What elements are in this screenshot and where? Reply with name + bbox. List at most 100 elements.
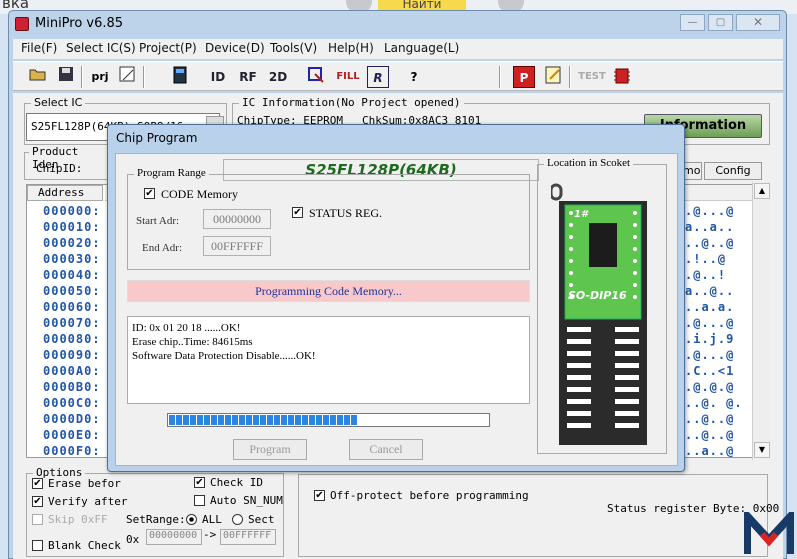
chip-package-label: SO-DIP16 xyxy=(568,289,627,302)
status-reg-checkbox[interactable]: ✔ xyxy=(292,207,303,218)
range-end-field[interactable]: 00FFFFFF xyxy=(220,529,276,545)
progress-segment xyxy=(246,415,252,425)
scroll-down-icon[interactable]: ▼ xyxy=(754,442,770,458)
ascii-cell: ..@..@ xyxy=(685,428,735,442)
progress-segment xyxy=(218,415,224,425)
ascii-cell: a..a.. xyxy=(685,220,735,234)
progress-segment xyxy=(295,415,301,425)
check-id-checkbox[interactable]: ✔ xyxy=(194,477,205,488)
menu-device[interactable]: Device(D) xyxy=(205,41,265,55)
code-memory-checkbox[interactable]: ✔ xyxy=(144,188,155,199)
select-ic-label: Select IC xyxy=(31,96,86,109)
menu-help[interactable]: Help(H) xyxy=(328,41,374,55)
progress-segment xyxy=(323,415,329,425)
menu-tools[interactable]: Tools(V) xyxy=(270,41,317,55)
range-sect-radio[interactable] xyxy=(232,514,243,525)
setrange-label: SetRange: xyxy=(126,513,186,526)
ic-chip-icon[interactable] xyxy=(611,66,633,88)
edit-icon[interactable] xyxy=(543,66,565,88)
menu-file[interactable]: File(F) xyxy=(21,41,57,55)
address-cell: 000070: xyxy=(43,316,101,330)
program-icon[interactable]: P xyxy=(513,66,535,88)
ascii-cell: ..@..@ xyxy=(685,236,735,250)
progress-segment xyxy=(281,415,287,425)
save-icon[interactable] xyxy=(55,66,77,88)
ascii-cell: .C..<1 xyxy=(685,364,735,378)
address-cell: 0000C0: xyxy=(43,396,101,410)
project-icon[interactable]: prj xyxy=(89,66,111,88)
program-button[interactable]: Program xyxy=(233,439,307,460)
read-icon[interactable]: RF xyxy=(237,66,259,88)
erase-before-label: Erase befor xyxy=(48,477,121,490)
end-adr-field[interactable]: 00FFFFFF xyxy=(203,236,271,256)
start-adr-field[interactable]: 00000000 xyxy=(203,209,271,229)
config-button[interactable]: Config xyxy=(704,162,762,180)
test-icon[interactable]: TEST xyxy=(577,66,607,88)
close-button[interactable]: ✕ xyxy=(736,14,780,31)
toolbar-separator xyxy=(569,66,571,88)
chip-icon[interactable] xyxy=(169,66,191,88)
scroll-up-icon[interactable]: ▲ xyxy=(754,183,770,199)
progress-fill xyxy=(169,415,488,425)
ascii-cell: .i.j.9 xyxy=(685,332,735,346)
help-icon[interactable]: ? xyxy=(403,66,425,88)
menu-bar: File(F) Select IC(S) Project(P) Device(D… xyxy=(13,39,783,59)
progress-segment xyxy=(309,415,315,425)
menu-project[interactable]: Project(P) xyxy=(139,41,197,55)
status-reg-label: STATUS REG. xyxy=(309,206,383,220)
buffer-scrollbar[interactable]: ▲ ▼ xyxy=(752,182,770,460)
erase-before-checkbox[interactable]: ✔ xyxy=(32,478,43,489)
menu-select-ic[interactable]: Select IC(S) xyxy=(66,41,136,55)
log-line: Software Data Protection Disable......OK… xyxy=(132,350,316,362)
log-line: ID: 0x 01 20 18 ......OK! xyxy=(132,322,241,334)
range-start-field[interactable]: 00000000 xyxy=(146,529,202,545)
select-icon[interactable] xyxy=(305,66,327,88)
address-column-header: Address xyxy=(27,185,103,201)
toolbar-separator xyxy=(499,66,501,88)
progress-segment xyxy=(239,415,245,425)
program-log: ID: 0x 01 20 18 ......OK! Erase chip..Ti… xyxy=(127,316,530,404)
progress-segment xyxy=(344,415,350,425)
range-arrow: -> xyxy=(203,528,217,541)
open-folder-icon[interactable] xyxy=(27,66,49,88)
auto-sn-checkbox[interactable] xyxy=(194,495,205,506)
address-cell: 000050: xyxy=(43,284,101,298)
address-cell: 0000B0: xyxy=(43,380,101,394)
progress-segment xyxy=(330,415,336,425)
toolbar: prj ID RF 2D FILL R ? P TEST xyxy=(13,61,783,91)
socket-location-label: Location in Scoket xyxy=(544,157,634,169)
address-cell: 000060: xyxy=(43,300,101,314)
menu-language[interactable]: Language(L) xyxy=(384,41,459,55)
address-cell: 0000A0: xyxy=(43,364,101,378)
range-all-radio[interactable] xyxy=(186,514,197,525)
minimize-button[interactable]: — xyxy=(680,14,705,31)
window-title: MiniPro v6.85 xyxy=(35,16,124,31)
skip-0xff-checkbox[interactable] xyxy=(32,514,43,525)
program-range-label: Program Range xyxy=(134,167,209,179)
save-project-icon[interactable] xyxy=(117,66,139,88)
read-id-icon[interactable]: ID xyxy=(207,66,229,88)
progress-segment xyxy=(274,415,280,425)
range-all-label: ALL xyxy=(202,513,222,526)
r-icon[interactable]: R xyxy=(367,66,389,88)
progress-segment xyxy=(183,415,189,425)
skip-0xff-label: Skip 0xFF xyxy=(48,513,108,526)
chip-program-dialog: Chip Program S25FL128P(64KB) Program Ran… xyxy=(107,124,685,472)
cancel-button[interactable]: Cancel xyxy=(349,439,423,460)
maximize-button[interactable]: ▢ xyxy=(708,14,733,31)
auto-sn-label: Auto SN_NUM xyxy=(210,494,283,507)
ascii-cell: ..a.a. xyxy=(685,300,735,314)
code-memory-label: CODE Memory xyxy=(161,187,238,201)
fill-icon[interactable]: FILL xyxy=(335,66,361,88)
blank-check-checkbox[interactable] xyxy=(32,540,43,551)
ascii-cell: .@...@ xyxy=(685,316,735,330)
off-protect-checkbox[interactable]: ✔ xyxy=(314,490,325,501)
ascii-cell: .@.@.@ xyxy=(685,380,735,394)
program-progress-bar xyxy=(167,413,490,427)
ascii-cell: .@..! xyxy=(685,268,727,282)
progress-segment xyxy=(211,415,217,425)
two-d-icon[interactable]: 2D xyxy=(267,66,289,88)
progress-segment xyxy=(197,415,203,425)
demo-button[interactable]: mo xyxy=(682,162,702,180)
verify-after-checkbox[interactable]: ✔ xyxy=(32,496,43,507)
